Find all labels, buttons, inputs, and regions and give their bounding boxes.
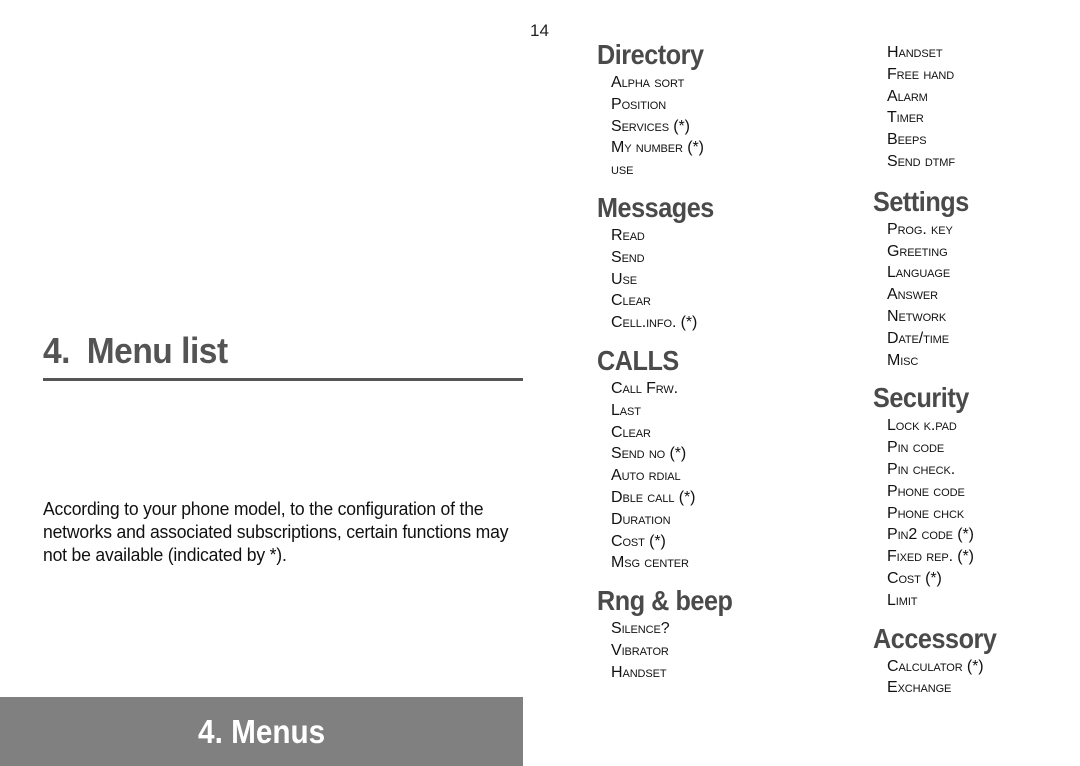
menu-item-list: Prog. key Greeting Language Answer Netwo… xyxy=(887,219,1010,372)
footer-chapter-label: 4. Menus xyxy=(197,712,326,750)
menu-item: Silence? xyxy=(611,620,670,638)
intro-paragraph: According to your phone model, to the co… xyxy=(43,497,509,565)
menu-item: Exchange xyxy=(887,679,952,697)
menu-item: Phone chck xyxy=(887,504,965,522)
menu-item: My number (*) xyxy=(611,139,704,157)
menu-item: Send no (*) xyxy=(611,445,687,463)
menu-item: Call Frw. xyxy=(611,379,679,397)
menu-item: Date/time xyxy=(887,329,949,347)
menu-section-calls: CALLS Call Frw. Last Clear Send no (*) A… xyxy=(597,344,748,574)
section-title: Accessory xyxy=(873,622,997,654)
menu-item: Lock k.pad xyxy=(887,417,957,435)
menu-item: Prog. key xyxy=(887,220,953,238)
menu-item: Misc xyxy=(887,351,919,369)
menu-section-settings: Settings Prog. key Greeting Language Ans… xyxy=(873,185,1010,372)
menu-item: Calculator (*) xyxy=(887,657,984,675)
menu-item: Last xyxy=(611,401,641,419)
menu-item: Alarm xyxy=(887,87,928,105)
page-number: 14 xyxy=(530,21,549,40)
menu-item-list: Handset Free hand Alarm Timer Beeps Send… xyxy=(887,42,1010,173)
menu-item: Auto rdial xyxy=(611,467,681,485)
menu-section-rng-beep-continued: Handset Free hand Alarm Timer Beeps Send… xyxy=(873,42,1010,173)
menu-item: Clear xyxy=(611,292,651,310)
menu-item: Pin code xyxy=(887,439,945,457)
menu-column-right: Handset Free hand Alarm Timer Beeps Send… xyxy=(873,38,1010,705)
menu-section-rng-beep: Rng & beep Silence? Vibrator Handset xyxy=(597,584,748,683)
menu-item-list: Calculator (*) Exchange xyxy=(887,656,1010,700)
menu-column-left: Directory Alpha sort Position Services (… xyxy=(597,38,748,690)
menu-item: Cost (*) xyxy=(887,569,942,587)
menu-item: Send dtmf xyxy=(887,152,955,170)
section-title: Rng & beep xyxy=(597,585,733,617)
menu-item: Phone code xyxy=(887,482,965,500)
menu-item: Cell.info. (*) xyxy=(611,314,698,332)
menu-item-list: Read Send Use Clear Cell.info. (*) xyxy=(611,225,748,334)
menu-item: Answer xyxy=(887,286,939,304)
menu-item: Free hand xyxy=(887,65,955,83)
menu-item: Msg center xyxy=(611,554,689,572)
section-title: Messages xyxy=(597,191,714,223)
menu-item: Pin check. xyxy=(887,460,956,478)
menu-item: Language xyxy=(887,264,951,282)
section-title: Settings xyxy=(873,185,969,217)
chapter-underline xyxy=(43,378,523,381)
chapter-title-text: Menu list xyxy=(86,330,228,371)
menu-item: Timer xyxy=(887,109,924,127)
menu-item: use xyxy=(611,161,634,179)
menu-section-messages: Messages Read Send Use Clear Cell.info. … xyxy=(597,191,748,334)
section-title: CALLS xyxy=(597,344,679,376)
menu-section-security: Security Lock k.pad Pin code Pin check. … xyxy=(873,381,1010,611)
menu-item: Read xyxy=(611,226,645,244)
menu-section-directory: Directory Alpha sort Position Services (… xyxy=(597,38,748,181)
menu-item: Duration xyxy=(611,510,671,528)
menu-item-list: Lock k.pad Pin code Pin check. Phone cod… xyxy=(887,415,1010,611)
chapter-title: 4. Menu list xyxy=(43,330,228,372)
section-title: Security xyxy=(873,382,969,414)
menu-section-accessory: Accessory Calculator (*) Exchange xyxy=(873,622,1010,700)
menu-item: Greeting xyxy=(887,242,948,260)
menu-item: Vibrator xyxy=(611,641,669,659)
menu-item: Cost (*) xyxy=(611,532,666,550)
chapter-number: 4. xyxy=(43,330,70,371)
menu-item: Beeps xyxy=(887,131,927,149)
menu-item: Services (*) xyxy=(611,117,690,135)
menu-item-list: Alpha sort Position Services (*) My numb… xyxy=(611,72,748,181)
menu-item-list: Silence? Vibrator Handset xyxy=(611,618,748,683)
menu-item: Handset xyxy=(887,44,943,61)
menu-item: Handset xyxy=(611,663,667,681)
menu-item: Network xyxy=(887,307,947,325)
footer-chapter-band: 4. Menus xyxy=(0,697,523,766)
menu-item: Clear xyxy=(611,423,651,441)
menu-item: Use xyxy=(611,270,637,288)
menu-item: Position xyxy=(611,95,667,113)
menu-item: Send xyxy=(611,248,645,266)
menu-item: Pin2 code (*) xyxy=(887,526,974,544)
section-title: Directory xyxy=(597,39,704,70)
menu-item-list: Call Frw. Last Clear Send no (*) Auto rd… xyxy=(611,378,748,574)
menu-item: Limit xyxy=(887,591,918,609)
menu-item: Fixed rep. (*) xyxy=(887,548,974,566)
menu-item: Alpha sort xyxy=(611,74,685,91)
menu-item: Dble call (*) xyxy=(611,488,696,506)
